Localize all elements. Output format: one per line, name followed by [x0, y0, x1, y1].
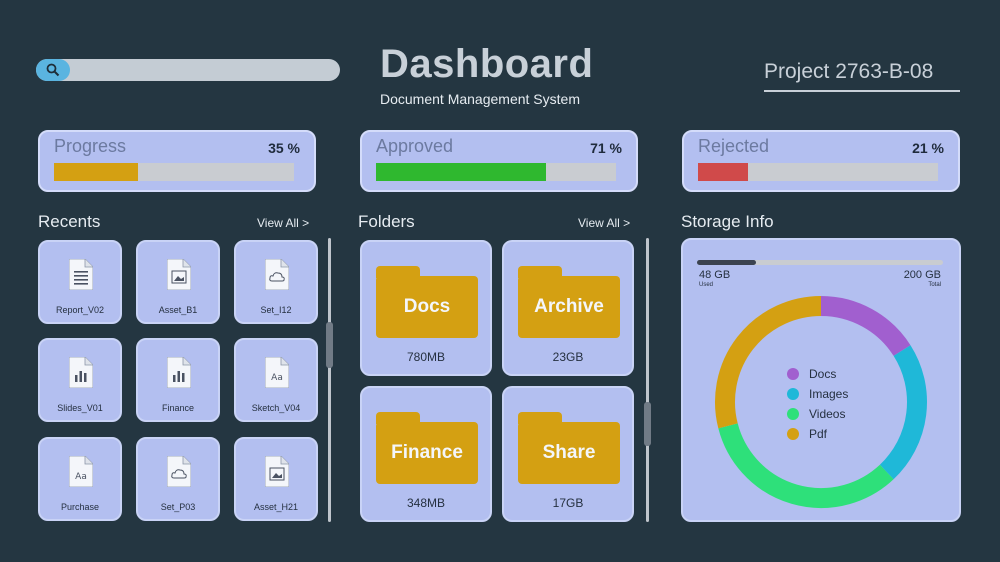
approved-bar-fill: [376, 163, 547, 181]
recents-scroll-thumb[interactable]: [326, 322, 333, 368]
font-file-icon: Aa: [68, 455, 94, 488]
recent-file-label: Finance: [161, 403, 195, 413]
rejected-bar: [698, 163, 938, 181]
recent-file-label: Set_I12: [260, 305, 292, 315]
recent-file-tile[interactable]: Asset_B1: [136, 240, 220, 324]
recent-file-label: Set_P03: [160, 502, 196, 512]
folder-name: Archive: [518, 276, 620, 338]
storage-bar: [697, 260, 943, 265]
search-input[interactable]: [36, 59, 340, 81]
legend-item: Docs: [787, 364, 848, 384]
legend-item: Videos: [787, 404, 848, 424]
folders-heading: Folders: [358, 212, 415, 231]
stat-label: Progress: [54, 136, 127, 156]
storage-card: 48 GB Used 200 GB Total Docs Images Videos…: [681, 238, 961, 522]
storage-legend: Docs Images Videos Pdf: [787, 364, 848, 444]
folders-view-all-link[interactable]: View All >: [578, 216, 630, 230]
legend-label: Images: [809, 387, 849, 401]
recent-file-label: Slides_V01: [57, 403, 103, 413]
folder-icon: Archive: [518, 266, 620, 340]
legend-label: Docs: [809, 367, 837, 381]
storage-total: 200 GB: [903, 269, 941, 281]
recent-file-tile[interactable]: Set_I12: [234, 240, 318, 324]
svg-text:Aa: Aa: [75, 472, 87, 482]
font-file-icon: Aa: [264, 356, 290, 389]
page-title: Dashboard: [380, 42, 594, 86]
image-file-icon: [166, 258, 192, 291]
folder-size: 348MB: [406, 496, 446, 510]
rejected-card: Rejected 21 %: [682, 130, 960, 192]
search-icon: [46, 63, 60, 77]
recent-file-tile[interactable]: Set_P03: [136, 437, 220, 521]
storage-bar-fill: [697, 260, 757, 265]
stat-percent: 35 %: [268, 140, 300, 156]
recent-file-tile[interactable]: Asset_H21: [234, 437, 318, 521]
folder-size: 17GB: [552, 496, 584, 510]
recent-file-tile[interactable]: Finance: [136, 338, 220, 422]
approved-bar: [376, 163, 616, 181]
recent-file-label: Sketch_V04: [251, 403, 301, 413]
cloud-file-icon: [264, 258, 290, 291]
folder-icon: Docs: [376, 266, 478, 340]
search-button[interactable]: [36, 59, 70, 81]
legend-label: Videos: [809, 407, 846, 421]
legend-item: Images: [787, 384, 848, 404]
legend-item: Pdf: [787, 424, 848, 444]
legend-label: Pdf: [809, 427, 828, 441]
recents-view-all-link[interactable]: View All >: [257, 216, 309, 230]
folder-tile[interactable]: Share 17GB: [502, 386, 634, 522]
storage-total-caption: Total: [928, 282, 941, 288]
chart-file-icon: [166, 356, 192, 389]
folder-name: Docs: [376, 276, 478, 338]
recent-file-tile[interactable]: Aa Sketch_V04: [234, 338, 318, 422]
folder-tile[interactable]: Archive 23GB: [502, 240, 634, 376]
folder-icon: Finance: [376, 412, 478, 486]
folder-name: Share: [518, 422, 620, 484]
svg-text:Aa: Aa: [271, 373, 283, 383]
page-subtitle: Document Management System: [380, 91, 580, 107]
folder-size: 780MB: [406, 350, 446, 364]
donut-segment-docs: [820, 296, 911, 357]
folders-scroll-thumb[interactable]: [644, 402, 651, 446]
storage-heading: Storage Info: [681, 212, 774, 231]
legend-swatch: [787, 388, 799, 400]
folders-scrollbar[interactable]: [646, 238, 649, 522]
recent-file-label: Report_V02: [55, 305, 105, 315]
recent-file-label: Asset_H21: [253, 502, 299, 512]
recents-scrollbar[interactable]: [328, 238, 331, 522]
recent-file-tile[interactable]: Report_V02: [38, 240, 122, 324]
stat-percent: 71 %: [590, 140, 622, 156]
stat-label: Approved: [376, 136, 454, 156]
recent-file-label: Purchase: [60, 502, 100, 512]
recents-heading: Recents: [38, 212, 101, 231]
folder-size: 23GB: [552, 350, 584, 364]
folder-tile[interactable]: Finance 348MB: [360, 386, 492, 522]
document-lines-icon: [68, 258, 94, 291]
approved-card: Approved 71 %: [360, 130, 638, 192]
recent-file-tile[interactable]: Aa Purchase: [38, 437, 122, 521]
recent-file-tile[interactable]: Slides_V01: [38, 338, 122, 422]
cloud-file-icon: [166, 455, 192, 488]
divider: [764, 90, 960, 92]
folder-tile[interactable]: Docs 780MB: [360, 240, 492, 376]
folder-name: Finance: [376, 422, 478, 484]
donut-segment-images: [879, 345, 927, 480]
recent-file-label: Asset_B1: [158, 305, 198, 315]
image-file-icon: [264, 455, 290, 488]
project-id: Project 2763-B-08: [764, 60, 934, 83]
folder-icon: Share: [518, 412, 620, 486]
storage-used-caption: Used: [699, 282, 714, 288]
rejected-bar-fill: [698, 163, 749, 181]
stat-label: Rejected: [698, 136, 770, 156]
progress-card: Progress 35 %: [38, 130, 316, 192]
stat-percent: 21 %: [912, 140, 944, 156]
progress-bar-fill: [54, 163, 138, 181]
legend-swatch: [787, 368, 799, 380]
storage-used: 48 GB: [699, 269, 731, 281]
legend-swatch: [787, 408, 799, 420]
legend-swatch: [787, 428, 799, 440]
chart-file-icon: [68, 356, 94, 389]
progress-bar: [54, 163, 294, 181]
